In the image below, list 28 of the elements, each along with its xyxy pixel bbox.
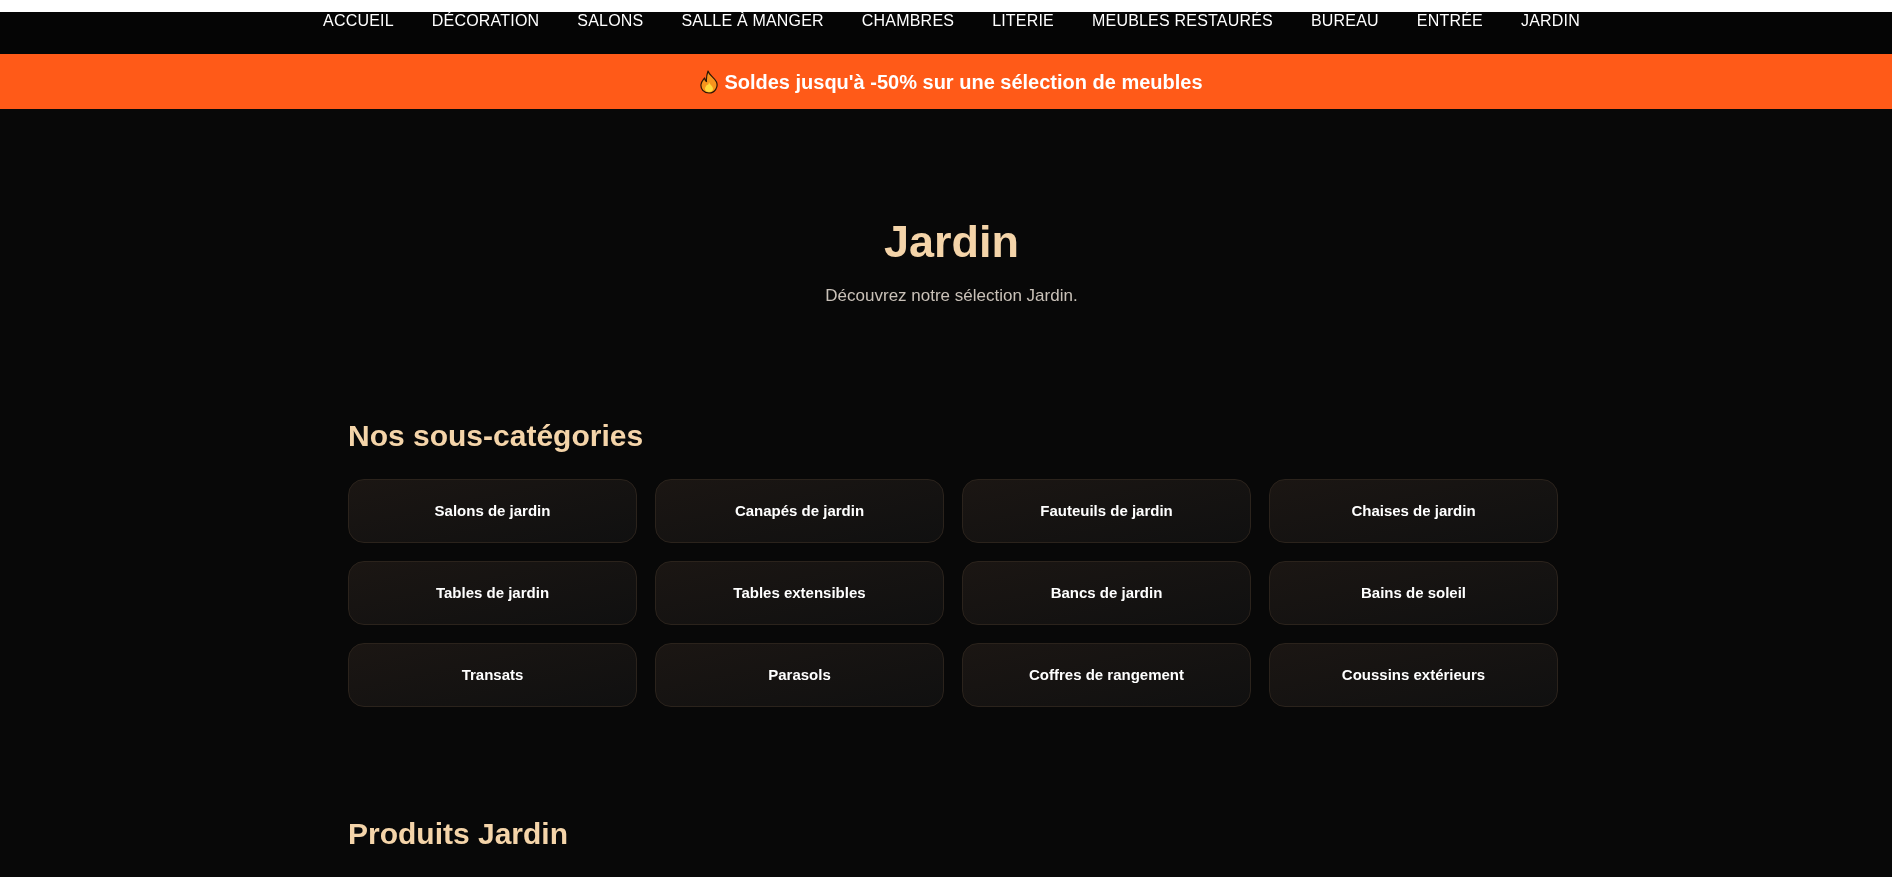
nav-link[interactable]: LITERIE — [992, 13, 1054, 29]
nav-link[interactable]: ACCUEIL — [323, 13, 394, 29]
subcategory-card[interactable]: Transats — [348, 643, 637, 707]
nav-link[interactable]: MEUBLES RESTAURÉS — [1092, 13, 1273, 29]
subcategory-card[interactable]: Canapés de jardin — [655, 479, 944, 543]
subcategory-card[interactable]: Bains de soleil — [1269, 561, 1558, 625]
page-title: Jardin — [883, 219, 1019, 264]
subcategory-card[interactable]: Salons de jardin — [348, 479, 637, 543]
subcategory-card[interactable]: Coffres de rangement — [962, 643, 1251, 707]
promo-text: Soldes jusqu'à -50% sur une sélection de meubles — [724, 69, 1203, 94]
nav-link[interactable]: ENTRÉE — [1416, 13, 1483, 29]
subcategory-card[interactable]: Parasols — [655, 643, 944, 707]
nav-link[interactable]: SALLE À MANGER — [681, 13, 824, 29]
page-subtitle: Découvrez notre sélection Jardin. — [825, 286, 1078, 306]
subcategory-card[interactable]: Tables extensibles — [655, 561, 944, 625]
subcategory-card[interactable]: Chaises de jardin — [1269, 479, 1558, 543]
nav-link[interactable]: DÉCORATION — [431, 13, 540, 29]
nav-link[interactable]: JARDIN — [1520, 13, 1580, 29]
subcategory-card[interactable]: Tables de jardin — [348, 561, 637, 625]
section-heading: Produits Jardin — [348, 819, 570, 849]
fire-icon — [700, 69, 719, 94]
subcategory-card[interactable]: Coussins extérieurs — [1269, 643, 1558, 707]
section-heading: Nos sous-catégories — [348, 421, 645, 451]
nav-link[interactable]: BUREAU — [1310, 13, 1379, 29]
subcategory-card[interactable]: Fauteuils de jardin — [962, 479, 1251, 543]
nav-link[interactable]: SALONS — [577, 13, 644, 29]
nav-link[interactable]: CHAMBRES — [861, 13, 955, 29]
subcategory-card[interactable]: Bancs de jardin — [962, 561, 1251, 625]
